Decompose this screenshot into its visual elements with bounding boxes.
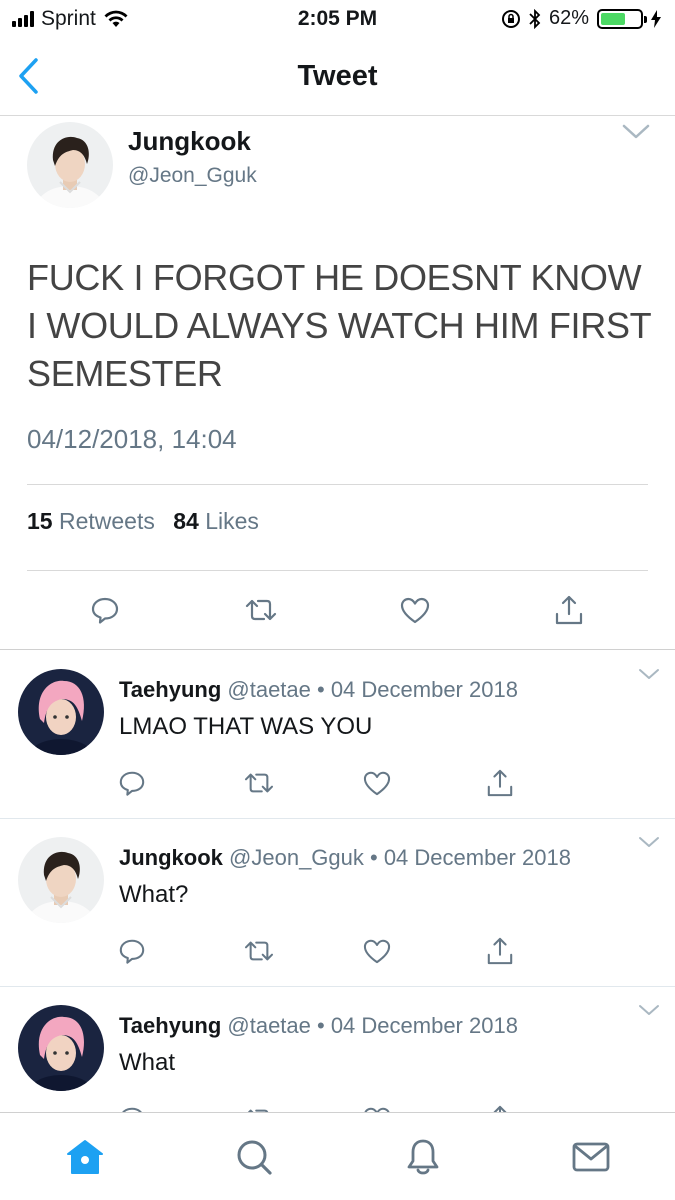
reply-button[interactable] [114, 765, 150, 801]
main-tweet: Jungkook @Jeon_Gguk FUCK I FORGOT HE DOE… [0, 116, 675, 650]
reply-meta: @taetae • 04 December 2018 [227, 677, 518, 702]
retweet-button[interactable] [241, 590, 281, 630]
battery-icon [597, 8, 647, 29]
avatar[interactable] [18, 669, 104, 755]
page-title: Tweet [297, 60, 378, 92]
like-button[interactable] [359, 933, 395, 969]
reply-author-name[interactable]: Taehyung [119, 677, 221, 702]
avatar[interactable] [27, 122, 113, 208]
like-button[interactable] [359, 765, 395, 801]
orientation-lock-icon [501, 9, 520, 28]
retweet-icon [244, 773, 274, 793]
status-bar: Sprint 2:05 PM 62% [0, 0, 675, 40]
tweet-text: FUCK I FORGOT HE DOESNT KNOW I WOULD ALW… [27, 257, 651, 394]
reply-header: Taehyung @taetae • 04 December 2018 [119, 1013, 518, 1039]
divider [27, 484, 648, 485]
share-icon [487, 769, 513, 797]
retweets-label[interactable]: Retweets [59, 508, 155, 534]
share-button[interactable] [482, 933, 518, 969]
reply-icon [119, 771, 145, 796]
retweets-count[interactable]: 15 [27, 508, 53, 534]
chevron-down-icon [639, 1005, 659, 1015]
tab-messages[interactable] [569, 1135, 613, 1179]
share-button[interactable] [549, 590, 589, 630]
tweet-actions [0, 590, 675, 634]
like-button[interactable] [395, 590, 435, 630]
reply-menu-button[interactable] [638, 835, 660, 853]
retweet-icon [245, 599, 277, 621]
tweet-stats: 15 Retweets 84 Likes [27, 508, 271, 535]
search-icon [237, 1140, 272, 1175]
reply-actions [0, 933, 675, 973]
retweet-icon [244, 941, 274, 961]
reply-text: What [119, 1049, 176, 1076]
share-icon [487, 937, 513, 965]
reply-menu-button[interactable] [638, 667, 660, 685]
heart-icon [363, 771, 391, 796]
avatar[interactable] [18, 837, 104, 923]
author-name[interactable]: Jungkook [128, 126, 251, 157]
reply-author-name[interactable]: Taehyung [119, 1013, 221, 1038]
likes-count[interactable]: 84 [173, 508, 199, 534]
tab-home[interactable] [63, 1135, 107, 1179]
share-button[interactable] [482, 765, 518, 801]
mail-icon [572, 1142, 610, 1172]
reply-button[interactable] [114, 933, 150, 969]
reply-icon [119, 939, 145, 964]
avatar[interactable] [18, 1005, 104, 1091]
tweet-menu-button[interactable] [622, 124, 650, 145]
share-icon [555, 595, 583, 625]
reply-header: Jungkook @Jeon_Gguk • 04 December 2018 [119, 845, 571, 871]
reply-author-name[interactable]: Jungkook [119, 845, 223, 870]
chevron-down-icon [639, 669, 659, 679]
reply-icon [91, 597, 119, 624]
reply-menu-button[interactable] [638, 1003, 660, 1021]
heart-icon [400, 597, 430, 624]
reply-text: What? [119, 881, 189, 908]
bluetooth-icon [529, 8, 541, 29]
status-right: 62% [501, 7, 661, 30]
bell-icon [407, 1139, 439, 1175]
chevron-down-icon [639, 837, 659, 847]
author-handle[interactable]: @Jeon_Gguk [128, 164, 257, 188]
divider [27, 570, 648, 571]
nav-bar: Tweet [0, 40, 675, 116]
reply-header: Taehyung @taetae • 04 December 2018 [119, 677, 518, 703]
retweet-button[interactable] [241, 765, 277, 801]
chevron-down-icon [622, 124, 650, 139]
reply-tweet[interactable]: Taehyung @taetae • 04 December 2018 LMAO… [0, 651, 675, 819]
tab-notifications[interactable] [401, 1135, 445, 1179]
charging-icon [651, 9, 661, 28]
tab-search[interactable] [232, 1135, 276, 1179]
heart-icon [363, 939, 391, 964]
tab-bar [0, 1112, 675, 1200]
likes-label[interactable]: Likes [205, 508, 259, 534]
home-icon [67, 1140, 103, 1174]
reply-actions [0, 765, 675, 805]
tweet-date: 04/12/2018, 14:04 [27, 424, 237, 454]
reply-meta: @taetae • 04 December 2018 [227, 1013, 518, 1038]
reply-meta: @Jeon_Gguk • 04 December 2018 [229, 845, 571, 870]
retweet-button[interactable] [241, 933, 277, 969]
reply-button[interactable] [85, 590, 125, 630]
battery-percent: 62% [548, 7, 589, 29]
reply-text: LMAO THAT WAS YOU [119, 713, 373, 740]
reply-tweet[interactable]: Jungkook @Jeon_Gguk • 04 December 2018 W… [0, 819, 675, 987]
